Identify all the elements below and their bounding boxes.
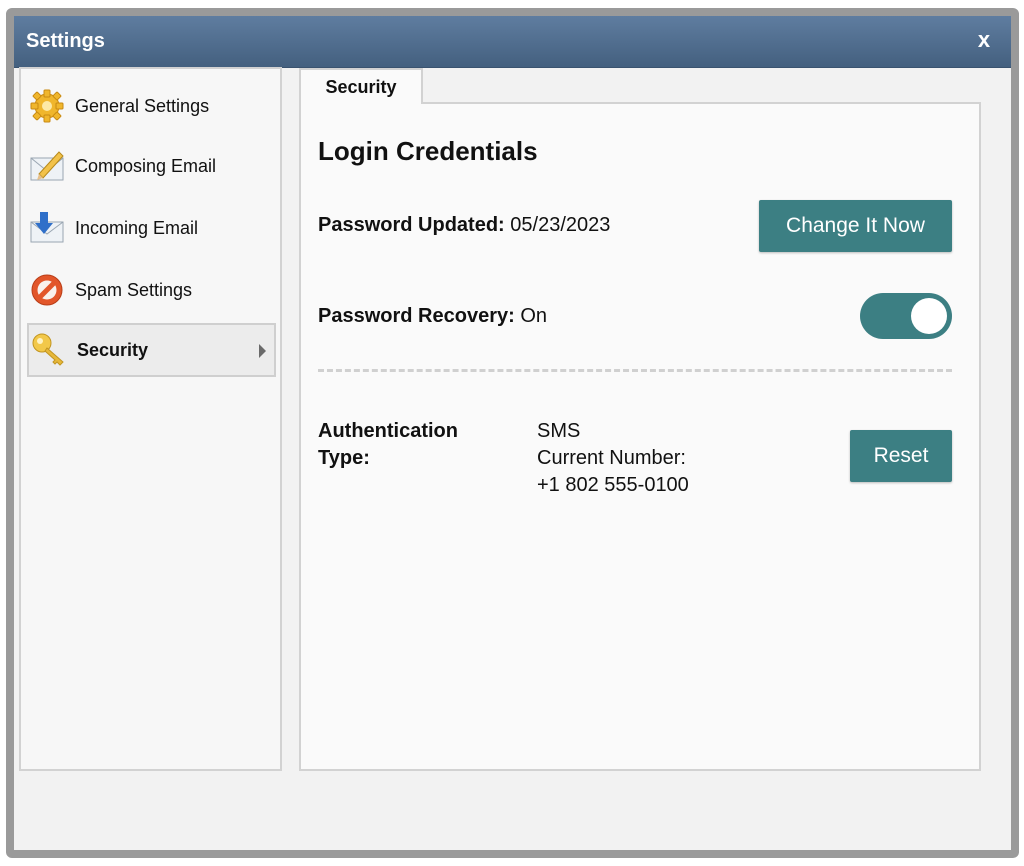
chevron-right-icon — [259, 344, 266, 358]
current-number-value: +1 802 555-0100 — [537, 474, 689, 496]
current-number-label: Current Number: — [537, 447, 686, 469]
settings-sidebar: General Settings Composing Email Incomin… — [19, 67, 282, 771]
toggle-knob — [911, 298, 947, 334]
sidebar-item-label: Incoming Email — [75, 217, 199, 238]
authentication-type-value: SMS — [537, 420, 581, 442]
envelope-pencil-icon — [30, 151, 64, 181]
change-password-button[interactable]: Change It Now — [759, 200, 952, 252]
key-icon — [32, 333, 64, 366]
password-recovery-row: Password Recovery: On — [318, 305, 547, 328]
window-title: Settings — [26, 30, 105, 52]
sidebar-item-security[interactable]: Security — [27, 323, 276, 377]
close-button[interactable]: x — [971, 26, 997, 54]
envelope-download-icon — [30, 212, 64, 243]
password-updated-label: Password Updated: — [318, 214, 505, 236]
divider — [318, 369, 952, 372]
reset-button[interactable]: Reset — [850, 430, 952, 482]
sidebar-item-label: Composing Email — [75, 155, 217, 176]
tab-security[interactable]: Security — [299, 68, 423, 104]
title-bar[interactable]: Settings x — [14, 16, 1011, 68]
gear-icon — [30, 89, 64, 123]
password-recovery-toggle[interactable] — [860, 293, 952, 339]
security-panel: Login Credentials Password Updated: 05/2… — [299, 102, 981, 771]
sidebar-item-label: Security — [77, 339, 149, 360]
sidebar-item-incoming-email[interactable]: Incoming Email — [27, 201, 276, 255]
password-recovery-label: Password Recovery: — [318, 305, 515, 327]
sidebar-item-label: General Settings — [75, 95, 210, 116]
section-title: Login Credentials — [318, 136, 538, 166]
sidebar-item-label: Spam Settings — [75, 279, 193, 300]
prohibited-icon — [31, 274, 63, 306]
password-updated-value: 05/23/2023 — [510, 214, 611, 236]
sidebar-item-composing-email[interactable]: Composing Email — [27, 139, 276, 193]
authentication-details: SMS Current Number: +1 802 555-0100 — [537, 418, 689, 499]
password-recovery-value: On — [520, 305, 548, 327]
password-updated-row: Password Updated: 05/23/2023 — [318, 214, 610, 237]
authentication-type-label: Authentication Type: — [318, 420, 458, 469]
sidebar-item-spam-settings[interactable]: Spam Settings — [27, 263, 276, 317]
sidebar-item-general-settings[interactable]: General Settings — [27, 79, 276, 133]
